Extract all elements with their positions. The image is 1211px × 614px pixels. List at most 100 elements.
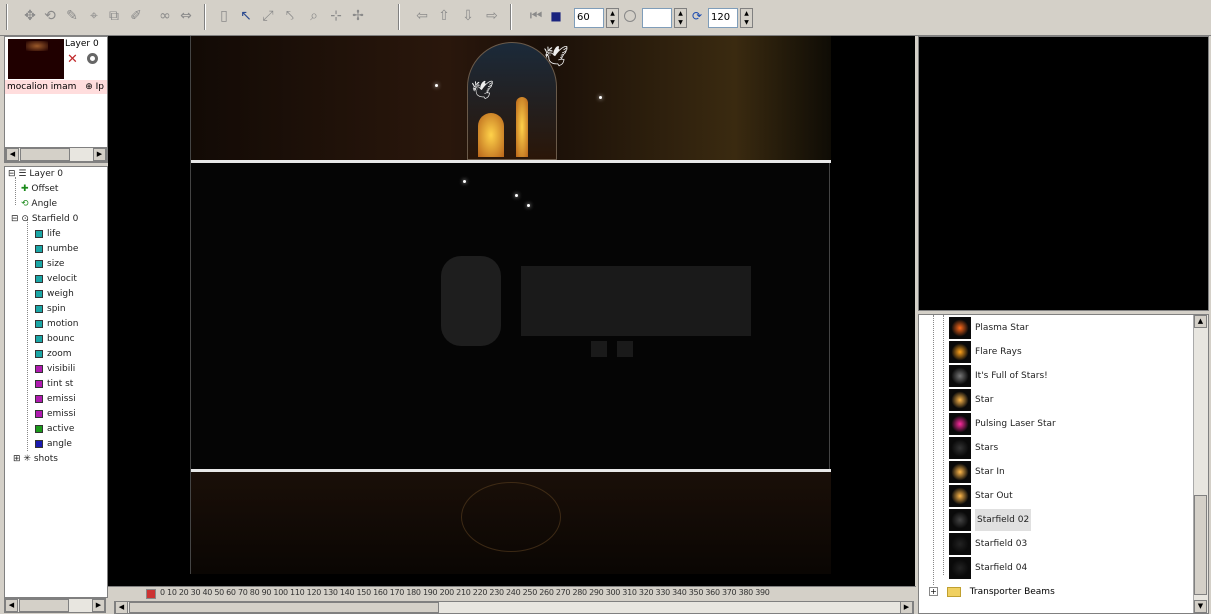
layer-file-row[interactable]: mocalion imam ⊕ Ip [5, 80, 107, 94]
spin-down-icon[interactable]: ▼ [607, 18, 618, 27]
layer-file-link-icon: ⊕ [85, 82, 93, 92]
scroll-left-icon[interactable]: ◀ [115, 601, 128, 614]
dove-icon: 🕊 [471, 80, 494, 101]
scroll-right-icon[interactable]: ▶ [900, 601, 913, 614]
timeline-horizontal-scrollbar[interactable]: ◀ ▶ [114, 601, 914, 614]
tool-cross-icon[interactable]: ✢ [350, 8, 366, 24]
spin-down-icon[interactable]: ▼ [741, 18, 752, 27]
spin-up-icon[interactable]: ▲ [741, 9, 752, 18]
tree-angle[interactable]: ⟲ Angle [21, 197, 57, 211]
particle-star [527, 204, 530, 207]
frame-rate-spinner[interactable]: ▲ ▼ [606, 8, 619, 28]
library-folder-row[interactable]: + Transporter Beams [929, 583, 1055, 601]
library-item-thumbnail [949, 461, 971, 483]
tool-link-icon[interactable]: ∞ [157, 8, 173, 24]
tree-attribute-label: spin [47, 304, 66, 314]
nav-forward-icon[interactable]: ⇨ [484, 8, 500, 24]
layer-settings-icon[interactable] [87, 53, 98, 64]
frame-rate-field[interactable]: 60 [574, 8, 604, 28]
frame-count-field[interactable]: 120 [708, 8, 738, 28]
scrollbar-thumb[interactable] [19, 599, 69, 612]
tool-pair-icon[interactable]: ⧉ [106, 8, 122, 24]
tree-attribute-item[interactable]: emissi [35, 407, 76, 421]
toolbar-separator [398, 4, 400, 30]
tool-select-arrow-icon[interactable]: ↖ [238, 8, 254, 24]
particle-star [463, 180, 466, 183]
tool-pen-icon[interactable]: ✐ [128, 8, 144, 24]
tool-branch-icon[interactable]: ⤣ [282, 8, 298, 24]
frame-count-spinner[interactable]: ▲ ▼ [740, 8, 753, 28]
keyframe-marker-icon[interactable] [146, 589, 156, 599]
tree-attribute-item[interactable]: numbe [35, 242, 78, 256]
library-vertical-scrollbar[interactable]: ▲ ▼ [1193, 315, 1208, 613]
tree-attribute-item[interactable]: emissi [35, 392, 76, 406]
scrollbar-thumb[interactable] [20, 148, 70, 161]
tree-attribute-item[interactable]: motion [35, 317, 79, 331]
tree-attribute-item[interactable]: active [35, 422, 74, 436]
tree-angle-label: Angle [31, 199, 58, 209]
spin-down-icon[interactable]: ▼ [675, 18, 686, 27]
tool-search-icon[interactable]: ⌕ [306, 8, 322, 24]
scroll-left-icon[interactable]: ◀ [6, 148, 19, 161]
tree-attribute-item[interactable]: visibili [35, 362, 75, 376]
tree-horizontal-scrollbar[interactable]: ◀ ▶ [4, 598, 106, 613]
tree-attribute-label: angle [47, 439, 72, 449]
tree-attribute-item[interactable]: zoom [35, 347, 72, 361]
tree-attribute-item[interactable]: spin [35, 302, 66, 316]
attribute-icon [35, 244, 43, 253]
tree-attribute-item[interactable]: velocit [35, 272, 77, 286]
angle-spinner[interactable]: ▲ ▼ [674, 8, 687, 28]
tree-attribute-item[interactable]: life [35, 227, 61, 241]
library-folder-label: Transporter Beams [969, 587, 1055, 597]
tool-move-icon[interactable]: ✥ [22, 8, 38, 24]
loop-icon: ⟳ [692, 9, 703, 23]
composition-canvas[interactable]: 🕊 🕊 [108, 36, 915, 586]
stage-frame[interactable]: 🕊 🕊 [190, 36, 831, 574]
layer-delete-icon[interactable]: ✕ [67, 52, 78, 67]
tree-attribute-item[interactable]: size [35, 257, 64, 271]
tree-attribute-item[interactable]: bounc [35, 332, 75, 346]
toolbar-separator [204, 4, 206, 30]
scroll-down-icon[interactable]: ▼ [1194, 600, 1207, 613]
stop-icon[interactable]: ■ [548, 8, 564, 24]
timeline-bar[interactable]: 0 10 20 30 40 50 60 70 80 90 100 110 120… [108, 586, 916, 614]
layer-thumbnail-image[interactable] [8, 39, 64, 79]
tool-zoom-icon[interactable]: ⊹ [328, 8, 344, 24]
angle-field[interactable] [642, 8, 672, 28]
go-to-start-icon[interactable]: ⏮ [528, 8, 544, 24]
tree-shots[interactable]: ⊞ ✳ shots [13, 452, 58, 466]
tool-scale-icon[interactable]: ⇔ [178, 8, 194, 24]
tree-offset-label: Offset [31, 184, 59, 194]
library-item-thumbnail [949, 533, 971, 555]
tree-offset[interactable]: ✚ Offset [21, 182, 58, 196]
thumbnail-horizontal-scrollbar[interactable]: ◀ ▶ [5, 147, 107, 162]
nav-back-icon[interactable]: ⇦ [414, 8, 430, 24]
library-item-thumbnail [949, 437, 971, 459]
spin-up-icon[interactable]: ▲ [675, 9, 686, 18]
nav-down-icon[interactable]: ⇩ [460, 8, 476, 24]
scroll-right-icon[interactable]: ▶ [93, 148, 106, 161]
tool-page-icon[interactable]: ▯ [216, 8, 232, 24]
spin-up-icon[interactable]: ▲ [607, 9, 618, 18]
tree-attribute-item[interactable]: tint st [35, 377, 73, 391]
tool-edit-icon[interactable]: ✎ [64, 8, 80, 24]
expand-icon[interactable]: + [929, 587, 938, 596]
main-toolbar: ✥ ⟲ ✎ ⌖ ⧉ ✐ ∞ ⇔ ▯ ↖ ⤢ ⤣ ⌕ ⊹ ✢ ⇦ ⇧ ⇩ ⇨ ⏮ … [0, 0, 1211, 36]
banner-bottom-image [191, 472, 831, 574]
tree-emitter[interactable]: ⊟ ⊙ Starfield 0 [11, 212, 78, 226]
scrollbar-thumb[interactable] [129, 602, 439, 613]
scroll-up-icon[interactable]: ▲ [1194, 315, 1207, 328]
timeline-ruler[interactable]: 0 10 20 30 40 50 60 70 80 90 100 110 120… [160, 588, 930, 600]
tool-add-icon[interactable]: ⤢ [260, 8, 276, 24]
tree-attribute-item[interactable]: angle [35, 437, 72, 451]
nav-up-icon[interactable]: ⇧ [436, 8, 452, 24]
tool-node-icon[interactable]: ⌖ [86, 8, 102, 24]
scroll-right-icon[interactable]: ▶ [92, 599, 105, 612]
tree-attribute-item[interactable]: weigh [35, 287, 74, 301]
tool-rotate-icon[interactable]: ⟲ [42, 8, 58, 24]
scroll-left-icon[interactable]: ◀ [5, 599, 18, 612]
attribute-icon [35, 349, 43, 358]
scrollbar-thumb[interactable] [1194, 495, 1207, 595]
tree-emitter-label: Starfield 0 [31, 214, 79, 224]
tree-root-layer[interactable]: ⊟ ☰ Layer 0 [8, 167, 63, 181]
